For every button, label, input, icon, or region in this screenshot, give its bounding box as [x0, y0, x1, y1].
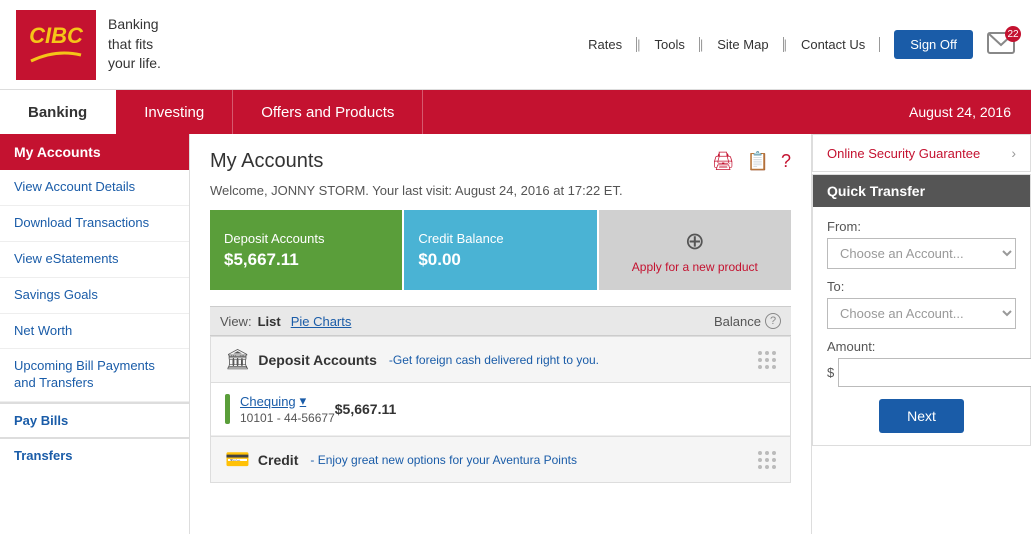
right-panel: Online Security Guarantee › Quick Transf… — [811, 134, 1031, 534]
view-bar: View: List Pie Charts Balance ? — [210, 306, 791, 336]
top-bar: CIBC Banking that fits your life. Rates … — [0, 0, 1031, 90]
from-account-select[interactable]: Choose an Account... — [827, 238, 1016, 269]
amount-input[interactable] — [838, 358, 1031, 387]
sidebar-item-net-worth[interactable]: Net Worth — [0, 314, 189, 350]
balance-label: Balance ? — [714, 313, 781, 329]
sidebar-header: My Accounts — [0, 134, 189, 170]
tools-link[interactable]: Tools — [641, 37, 700, 52]
chequing-link[interactable]: Chequing ▾ — [240, 393, 335, 409]
bank-icon: 🏛 — [225, 347, 250, 372]
security-text: Online Security Guarantee — [827, 146, 980, 161]
green-bar — [225, 394, 230, 424]
to-label: To: — [827, 279, 1016, 294]
help-icon[interactable]: ? — [781, 151, 791, 172]
deposit-section-promo: -Get foreign cash delivered right to you… — [389, 353, 599, 367]
from-label: From: — [827, 219, 1016, 234]
next-button[interactable]: Next — [879, 399, 964, 433]
sidebar-item-download[interactable]: Download Transactions — [0, 206, 189, 242]
deposit-section-title: Deposit Accounts — [258, 352, 377, 368]
welcome-text: Welcome, JONNY STORM. Your last visit: A… — [210, 183, 791, 198]
nav-tab-investing[interactable]: Investing — [116, 90, 233, 134]
credit-section-title: Credit — [258, 452, 298, 468]
quick-transfer-header: Quick Transfer — [813, 175, 1030, 207]
quick-transfer-body: From: Choose an Account... To: Choose an… — [813, 207, 1030, 445]
view-label: View: — [220, 314, 252, 329]
security-bar[interactable]: Online Security Guarantee › — [812, 134, 1031, 172]
sidebar-section-pay-bills[interactable]: Pay Bills — [0, 402, 189, 437]
mail-icon[interactable]: 22 — [987, 32, 1015, 57]
sidebar-section-transfers[interactable]: Transfers — [0, 437, 189, 472]
nav-bar: Banking Investing Offers and Products Au… — [0, 90, 1031, 134]
logo-area: CIBC Banking that fits your life. — [16, 10, 161, 80]
quick-transfer: Quick Transfer From: Choose an Account..… — [812, 174, 1031, 446]
sidebar-item-view-account[interactable]: View Account Details — [0, 170, 189, 206]
top-right-area: Rates | Tools | Site Map | Contact Us Si… — [574, 30, 1015, 59]
cibc-logo: CIBC — [16, 10, 96, 80]
credit-label: Credit Balance — [418, 231, 582, 246]
sidebar: My Accounts View Account Details Downloa… — [0, 134, 190, 534]
nav-tab-banking[interactable]: Banking — [0, 90, 116, 134]
chevron-icon: › — [1011, 145, 1016, 161]
logo-swoosh — [26, 47, 86, 65]
dollar-sign: $ — [827, 365, 834, 380]
credit-section-header: 💳 Credit - Enjoy great new options for y… — [211, 436, 790, 482]
logo-tagline: Banking that fits your life. — [108, 15, 161, 74]
balance-help-icon[interactable]: ? — [765, 313, 781, 329]
credit-card-icon: 💳 — [225, 447, 250, 472]
chequing-info: Chequing ▾ 10101 - 44-56677 — [240, 393, 335, 425]
amount-row: $ — [827, 358, 1016, 387]
to-account-select[interactable]: Choose an Account... — [827, 298, 1016, 329]
amount-label: Amount: — [827, 339, 1016, 354]
deposit-amount: $5,667.11 — [224, 250, 388, 270]
credit-section-promo: - Enjoy great new options for your Avent… — [310, 453, 577, 467]
logo-text: CIBC — [29, 25, 83, 47]
page-title: My Accounts — [210, 150, 323, 173]
sitemap-link[interactable]: Site Map — [703, 37, 783, 52]
view-pie-link[interactable]: Pie Charts — [291, 314, 352, 329]
nav-tab-offers[interactable]: Offers and Products — [233, 90, 423, 134]
content-header: My Accounts 🖨 📋 ? — [210, 150, 791, 173]
apply-product[interactable]: ⊕ Apply for a new product — [599, 210, 791, 290]
drag-handle-deposit[interactable] — [758, 351, 776, 369]
dropdown-icon[interactable]: ▾ — [300, 393, 307, 409]
content-icons: 🖨 📋 ? — [712, 151, 791, 172]
deposit-label: Deposit Accounts — [224, 231, 388, 246]
print-icon[interactable]: 🖨 — [712, 151, 735, 172]
clipboard-icon[interactable]: 📋 — [747, 151, 769, 172]
chequing-number: 10101 - 44-56677 — [240, 411, 335, 425]
deposit-section-header: 🏛 Deposit Accounts -Get foreign cash del… — [211, 337, 790, 383]
sidebar-item-upcoming[interactable]: Upcoming Bill Payments and Transfers — [0, 349, 189, 402]
main-layout: My Accounts View Account Details Downloa… — [0, 134, 1031, 534]
credit-summary: Credit Balance $0.00 — [404, 210, 596, 290]
chequing-balance: $5,667.11 — [335, 401, 397, 417]
apply-icon: ⊕ — [685, 227, 705, 256]
apply-text: Apply for a new product — [632, 260, 758, 274]
chequing-row: Chequing ▾ 10101 - 44-56677 $5,667.11 — [211, 383, 790, 436]
credit-amount: $0.00 — [418, 250, 582, 270]
nav-date: August 24, 2016 — [909, 90, 1031, 134]
deposit-accounts-section: 🏛 Deposit Accounts -Get foreign cash del… — [210, 336, 791, 483]
mail-badge: 22 — [1005, 26, 1021, 42]
view-list-link[interactable]: List — [258, 314, 281, 329]
drag-handle-credit[interactable] — [758, 451, 776, 469]
deposit-summary: Deposit Accounts $5,667.11 — [210, 210, 402, 290]
content-area: My Accounts 🖨 📋 ? Welcome, JONNY STORM. … — [190, 134, 811, 534]
account-summary: Deposit Accounts $5,667.11 Credit Balanc… — [210, 210, 791, 290]
sign-off-button[interactable]: Sign Off — [894, 30, 973, 59]
contact-link[interactable]: Contact Us — [787, 37, 880, 52]
sidebar-item-estatements[interactable]: View eStatements — [0, 242, 189, 278]
sidebar-item-savings[interactable]: Savings Goals — [0, 278, 189, 314]
rates-link[interactable]: Rates — [574, 37, 637, 52]
